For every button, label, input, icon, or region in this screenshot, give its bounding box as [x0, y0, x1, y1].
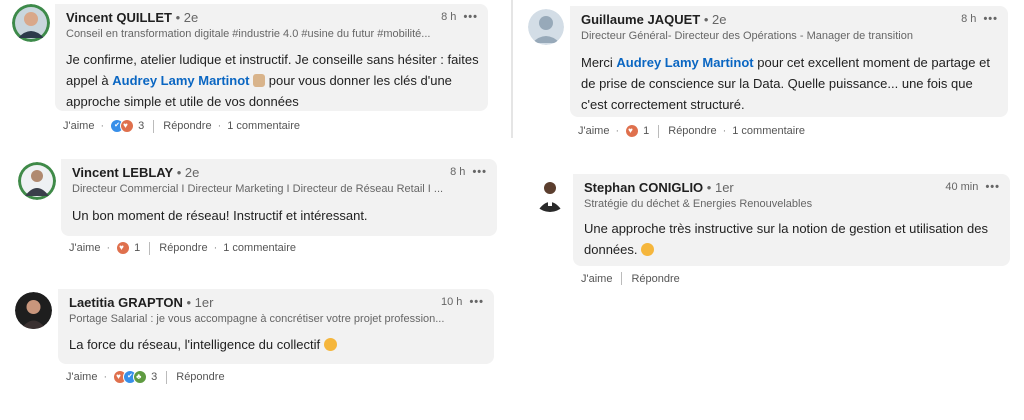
column-divider [511, 0, 513, 138]
comment-bubble: Vincent QUILLET • 2e Conseil en transfor… [55, 4, 488, 111]
reactions[interactable]: 1 [625, 124, 649, 138]
author-headline: Portage Salarial : je vous accompagne à … [69, 313, 445, 325]
comment-time: 10 h [440, 296, 463, 308]
author-headline: Directeur Commercial I Directeur Marketi… [72, 183, 444, 195]
author-name[interactable]: Laetitia GRAPTON [69, 295, 183, 310]
comment-bubble: Stephan CONIGLIO • 1er Stratégie du déch… [573, 174, 1010, 266]
smile-emoji-icon [323, 338, 337, 351]
heart-reaction-icon [625, 124, 640, 138]
replies-link[interactable]: 1 commentaire [732, 125, 805, 137]
reply-button[interactable]: Répondre [631, 273, 679, 285]
smile-emoji-icon [641, 243, 655, 256]
support-reaction-icon [133, 370, 148, 384]
connection-degree: • 2e [175, 10, 199, 25]
connection-degree: • 1er [186, 295, 214, 310]
author-name[interactable]: Guillaume JAQUET [581, 12, 700, 27]
more-options-icon[interactable]: ••• [983, 13, 998, 25]
comment-text: Un bon moment de réseau! Instructif et i… [72, 208, 368, 223]
reply-button[interactable]: Répondre [176, 371, 224, 383]
comment-text: Une approche très instructive sur la not… [584, 221, 988, 257]
avatar[interactable] [18, 162, 56, 200]
reply-button[interactable]: Répondre [668, 125, 716, 137]
reactions[interactable]: 3 [110, 119, 144, 133]
connection-degree: • 1er [706, 180, 734, 195]
comment-actions: J'aime · 1 Répondre · 1 commentaire [69, 241, 296, 255]
comment-actions: J'aime Répondre [581, 272, 680, 285]
more-options-icon[interactable]: ••• [472, 166, 487, 178]
avatar[interactable] [532, 176, 568, 212]
comment-time: 8 h [441, 11, 457, 23]
more-options-icon[interactable]: ••• [463, 11, 478, 23]
author-headline: Conseil en transformation digitale #indu… [66, 28, 431, 40]
connection-degree: • 2e [703, 12, 727, 27]
comment-text: Je confirme, atelier ludique et instruct… [66, 52, 479, 109]
comment-time: 8 h [961, 13, 977, 25]
author-name[interactable]: Vincent QUILLET [66, 10, 172, 25]
comment-text: Merci Audrey Lamy Martinot pour cet exce… [581, 55, 990, 112]
reply-button[interactable]: Répondre [159, 242, 207, 254]
comment-time: 8 h [450, 166, 466, 178]
more-options-icon[interactable]: ••• [469, 296, 484, 308]
reaction-count: 3 [138, 120, 145, 132]
comment-actions: J'aime · 3 Répondre · 1 commentaire [63, 119, 300, 133]
comment-actions: J'aime · 3 Répondre [66, 370, 225, 384]
reaction-count: 1 [643, 125, 650, 137]
author-name[interactable]: Stephan CONIGLIO [584, 180, 703, 195]
comment-bubble: Laetitia GRAPTON • 1er Portage Salarial … [58, 289, 494, 364]
like-button[interactable]: J'aime [581, 273, 612, 285]
author-name[interactable]: Vincent LEBLAY [72, 165, 173, 180]
reactions[interactable]: 1 [116, 241, 140, 255]
reply-button[interactable]: Répondre [163, 120, 211, 132]
avatar[interactable] [528, 9, 564, 45]
author-headline: Stratégie du déchet & Energies Renouvela… [584, 198, 813, 210]
connection-degree: • 2e [176, 165, 200, 180]
heart-reaction-icon [116, 241, 131, 255]
avatar[interactable] [12, 4, 50, 42]
author-headline: Directeur Général- Directeur des Opérati… [581, 30, 913, 42]
mention-link[interactable]: Audrey Lamy Martinot [112, 73, 249, 88]
like-button[interactable]: J'aime [66, 371, 97, 383]
comment-bubble: Vincent LEBLAY • 2e Directeur Commercial… [61, 159, 497, 236]
like-button[interactable]: J'aime [63, 120, 94, 132]
comment-text: La force du réseau, l'intelligence du co… [69, 334, 484, 355]
mention-link[interactable]: Audrey Lamy Martinot [616, 55, 753, 70]
avatar[interactable] [15, 292, 52, 329]
comment-bubble: Guillaume JAQUET • 2e Directeur Général-… [570, 6, 1008, 117]
comment-time: 40 min [945, 181, 979, 193]
replies-link[interactable]: 1 commentaire [223, 242, 296, 254]
reactions[interactable]: 3 [113, 370, 157, 384]
comment-actions: J'aime · 1 Répondre · 1 commentaire [578, 124, 805, 138]
replies-link[interactable]: 1 commentaire [227, 120, 300, 132]
like-button[interactable]: J'aime [69, 242, 100, 254]
heart-reaction-icon [120, 119, 135, 133]
reaction-count: 1 [134, 242, 141, 254]
reaction-count: 3 [151, 371, 158, 383]
person-emoji-icon [253, 74, 266, 87]
like-button[interactable]: J'aime [578, 125, 609, 137]
more-options-icon[interactable]: ••• [985, 181, 1000, 193]
